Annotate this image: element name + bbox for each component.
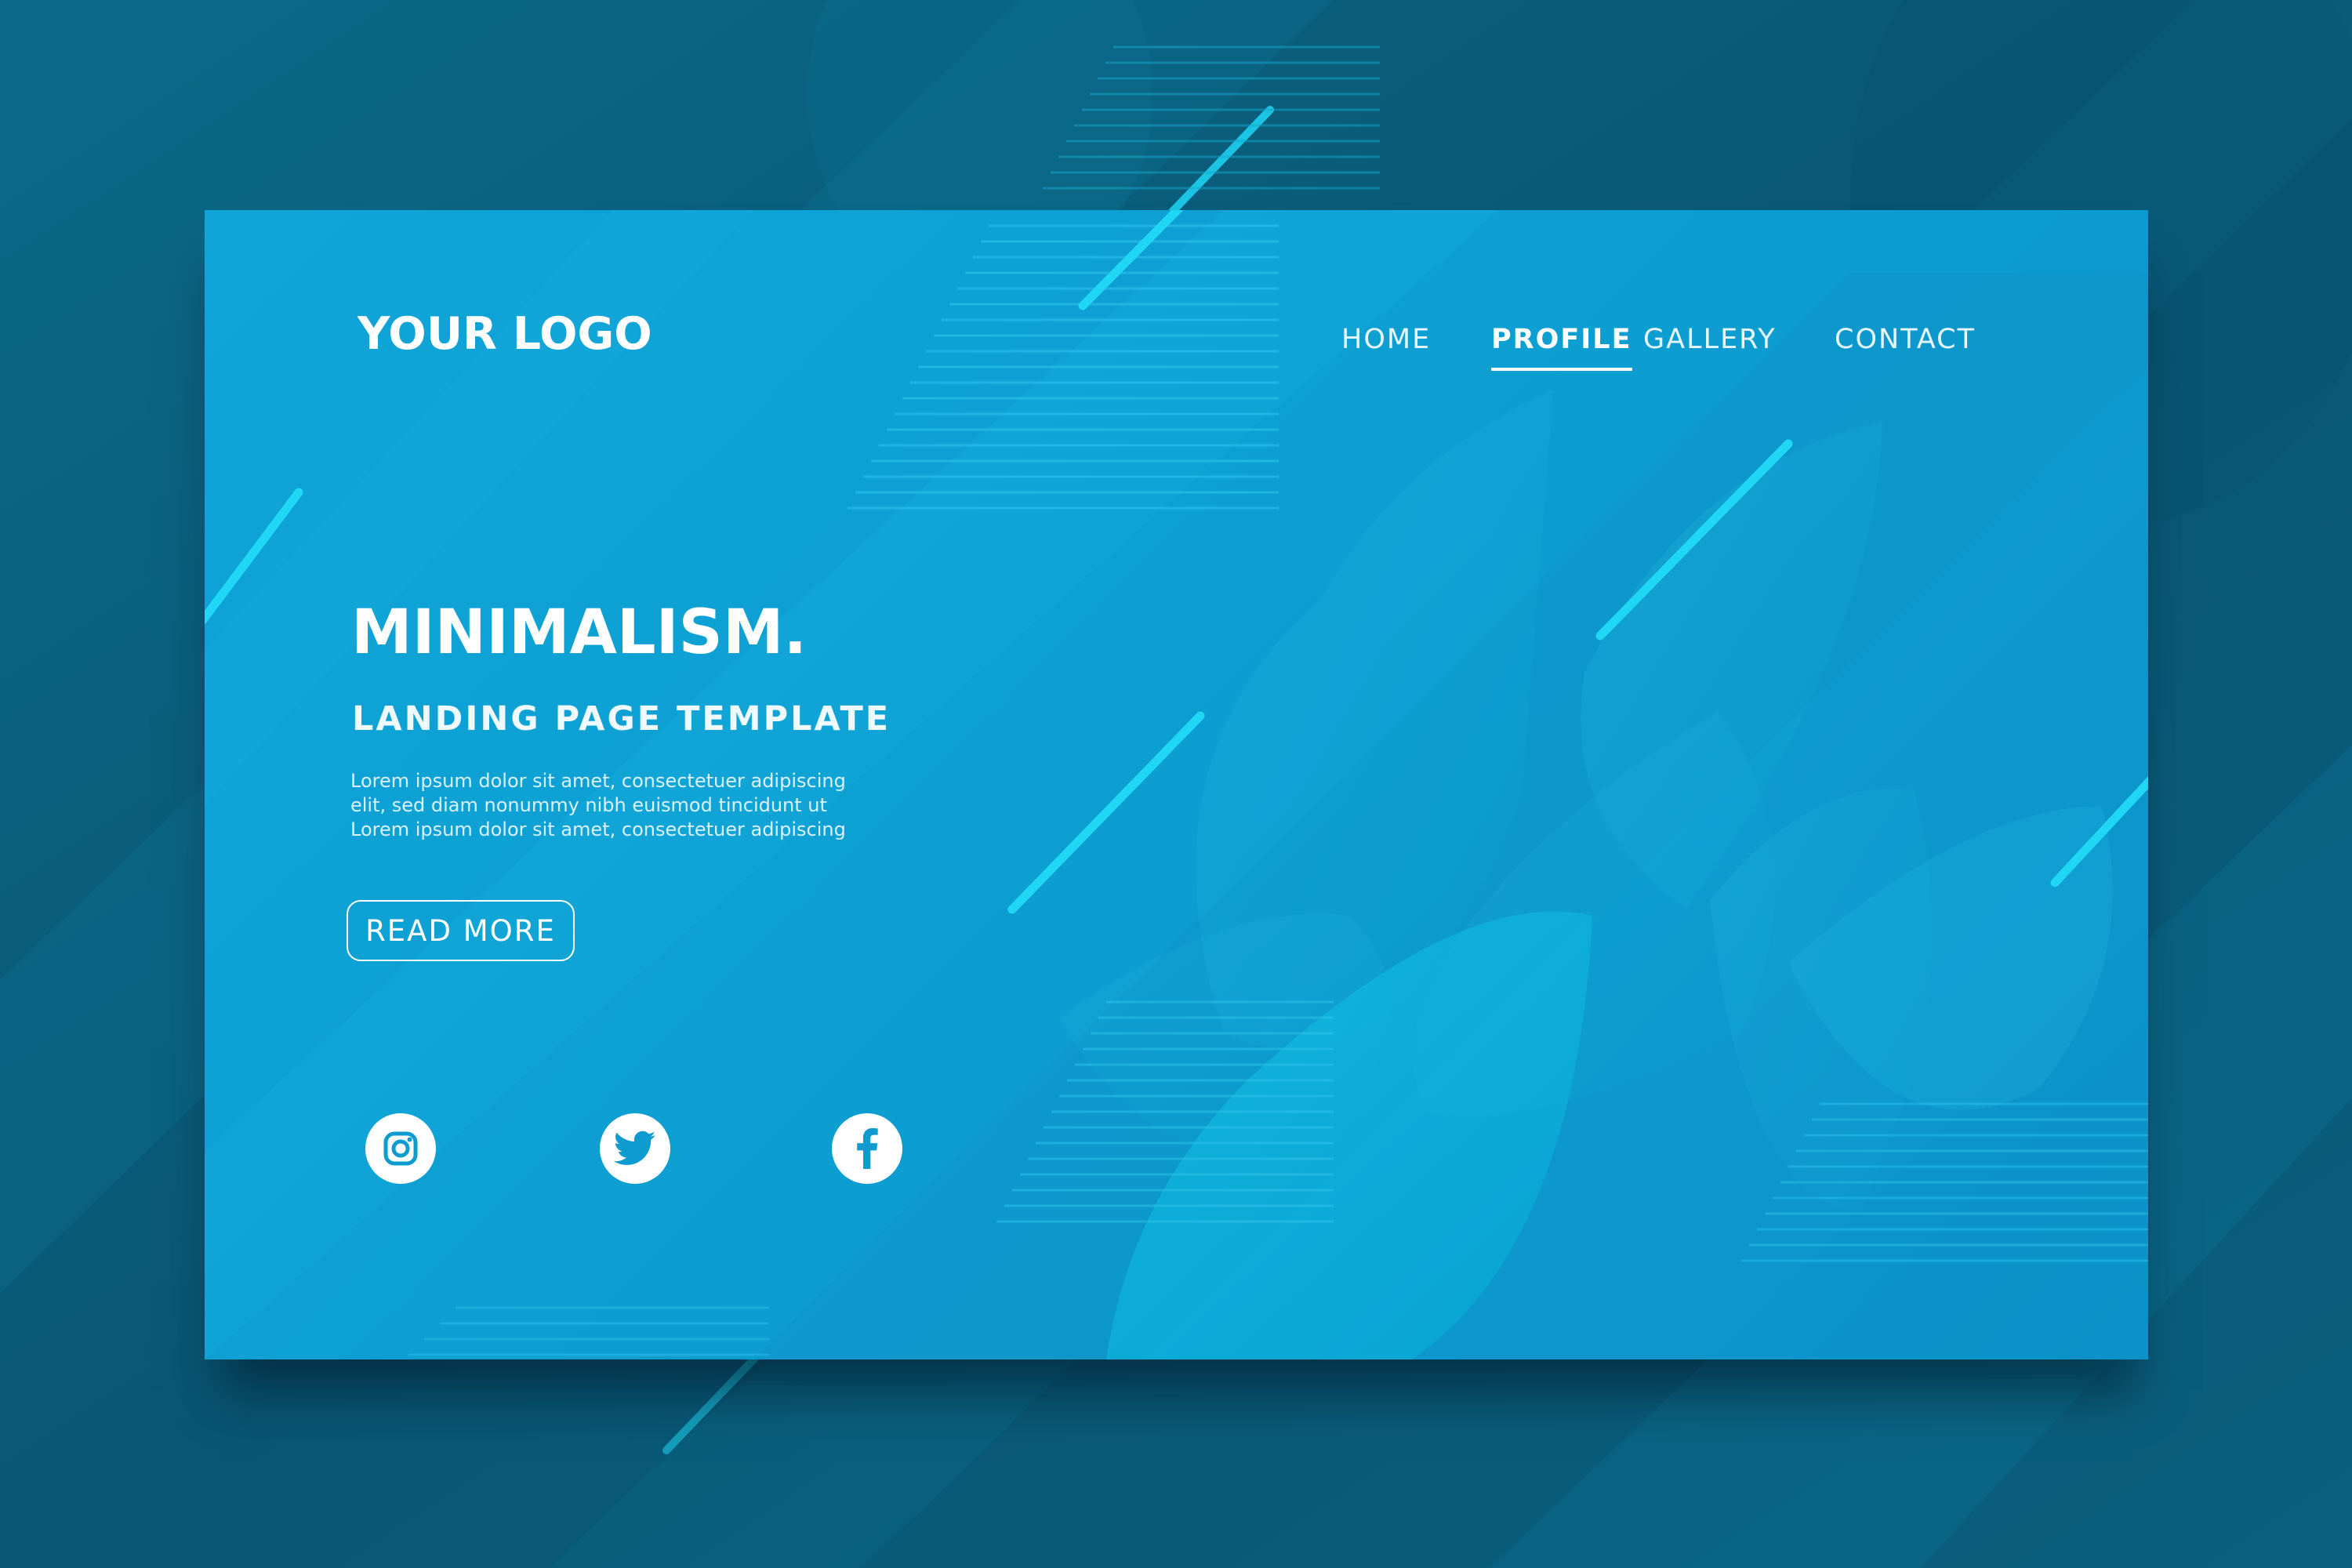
twitter-icon <box>614 1131 656 1167</box>
body-line: Lorem ipsum dolor sit amet, consectetuer… <box>350 770 846 792</box>
facebook-button[interactable] <box>832 1113 902 1184</box>
nav-profile[interactable]: PROFILE <box>1491 324 1632 371</box>
instagram-button[interactable] <box>365 1113 436 1184</box>
body-line: elit, sed diam nonummy nibh euismod tinc… <box>350 794 827 816</box>
hero-body-text: Lorem ipsum dolor sit amet, consectetuer… <box>350 769 915 842</box>
hero-title: MINIMALISM. <box>351 597 808 668</box>
logo[interactable]: YOUR LOGO <box>358 312 652 357</box>
active-indicator <box>1491 368 1632 371</box>
read-more-button[interactable]: READ MORE <box>347 900 575 961</box>
instagram-icon <box>382 1130 419 1167</box>
nav-profile-label: PROFILE <box>1491 324 1632 355</box>
body-line: Lorem ipsum dolor sit amet, consectetuer… <box>350 818 846 840</box>
landing-card: YOUR LOGO HOME PROFILE GALLERY CONTACT M… <box>205 210 2148 1359</box>
nav-home[interactable]: HOME <box>1341 326 1431 354</box>
nav-gallery[interactable]: GALLERY <box>1643 326 1777 354</box>
facebook-icon <box>854 1128 880 1169</box>
hero-subtitle: LANDING PAGE TEMPLATE <box>352 699 891 739</box>
nav-contact[interactable]: CONTACT <box>1835 326 1976 354</box>
twitter-button[interactable] <box>600 1113 670 1184</box>
